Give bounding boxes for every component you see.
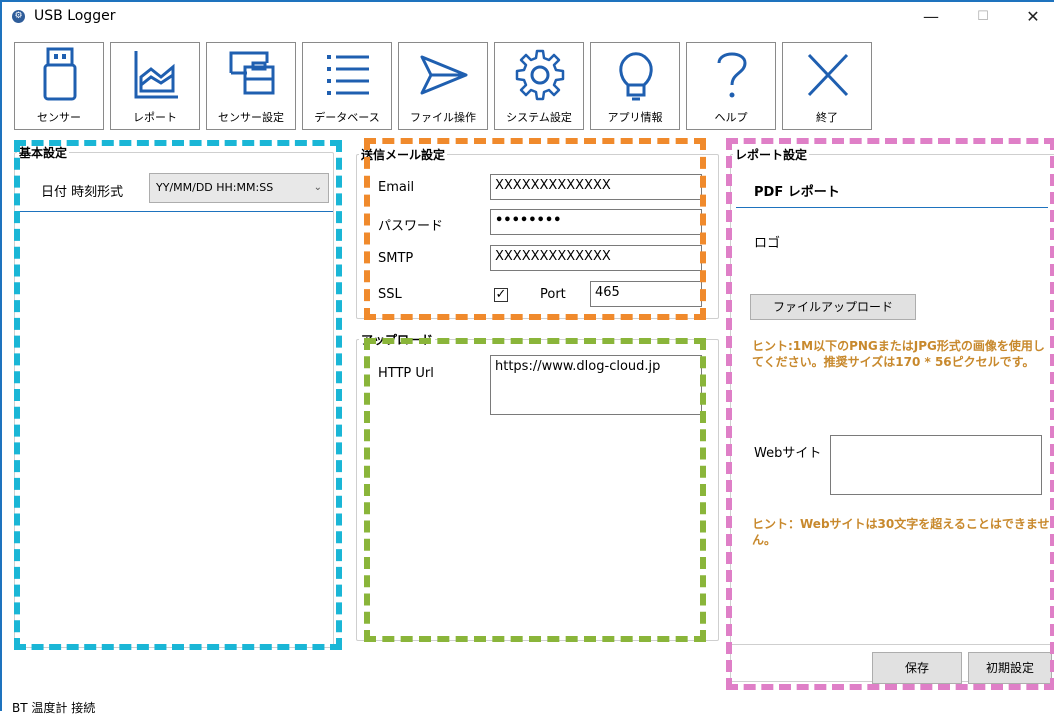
toolbar-label: システム設定 [506,111,572,124]
close-window-button[interactable]: ✕ [1010,2,1054,32]
toolbar-label: 終了 [816,111,838,124]
toolbar-label: センサー [37,111,81,124]
toolbar-button-help[interactable]: ヘルプ [686,42,776,130]
highlight-basic [14,140,342,650]
toolbar-label: レポート [133,111,177,124]
toolbar-button-app-info[interactable]: アプリ情報 [590,42,680,130]
lightbulb-icon [619,52,653,101]
close-icon [807,53,849,97]
minimize-button[interactable]: — [908,2,954,32]
highlight-mail [364,138,706,320]
question-icon [717,52,747,98]
toolbar-button-report[interactable]: レポート [110,42,200,130]
chart-icon [134,51,178,99]
gear-icon [515,49,565,101]
maximize-button[interactable]: ☐ [960,2,1006,32]
sensor-settings-icon [229,51,275,95]
toolbar-button-system[interactable]: システム設定 [494,42,584,130]
send-icon [420,55,468,95]
toolbar-label: センサー設定 [218,111,284,124]
app-icon: ⚙ [12,10,25,23]
toolbar-button-database[interactable]: データベース [302,42,392,130]
toolbar-button-sensor-settings[interactable]: センサー設定 [206,42,296,130]
toolbar-label: ヘルプ [714,111,748,124]
usb-drive-icon [43,47,77,101]
highlight-upload [364,338,706,642]
list-icon [327,55,369,95]
toolbar-label: データベース [314,111,380,124]
toolbar-button-exit[interactable]: 終了 [782,42,872,130]
highlight-report [726,138,1054,690]
toolbar-button-file[interactable]: ファイル操作 [398,42,488,130]
toolbar-label: ファイル操作 [410,111,476,124]
toolbar-button-sensor[interactable]: センサー [14,42,104,130]
toolbar-label: アプリ情報 [607,111,663,124]
window-title: USB Logger [34,8,116,24]
app-window: ⚙ USB Logger — ☐ ✕ センサー レポート センサー設定 データベ… [0,0,1054,715]
title-bar: ⚙ USB Logger — ☐ ✕ [2,2,1054,32]
status-bar: BT 温度計 接続 [12,701,96,715]
